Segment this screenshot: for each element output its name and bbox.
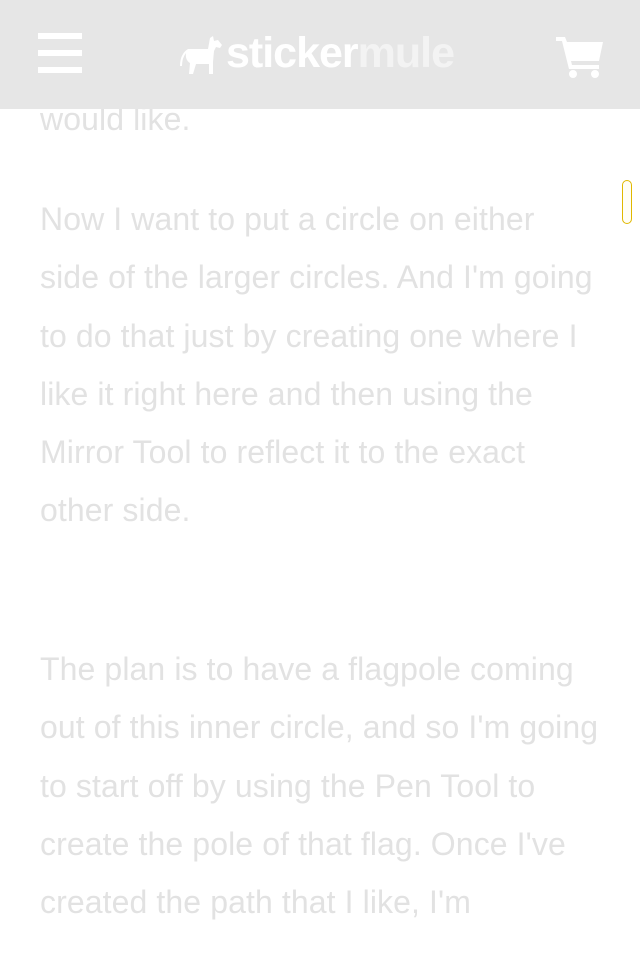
site-header: stickermule — [0, 0, 640, 109]
article-paragraph: The plan is to have a flagpole coming ou… — [40, 651, 599, 921]
mule-icon — [180, 36, 222, 74]
shopping-cart-icon[interactable] — [556, 36, 604, 78]
article-content: would like. Now I want to put a circle o… — [0, 0, 640, 959]
hamburger-menu-icon[interactable] — [38, 33, 82, 73]
logo-wordmark: stickermule — [226, 29, 455, 77]
sticker-mule-logo[interactable]: stickermule — [180, 29, 455, 77]
menu-bar — [38, 50, 82, 56]
menu-bar — [38, 33, 82, 39]
menu-bar — [38, 67, 82, 73]
logo-text-mule: mule — [357, 29, 455, 77]
logo-text-sticker: sticker — [226, 29, 359, 77]
scrollbar-thumb[interactable] — [622, 180, 632, 224]
article-paragraph: Now I want to put a circle on either sid… — [40, 201, 593, 529]
